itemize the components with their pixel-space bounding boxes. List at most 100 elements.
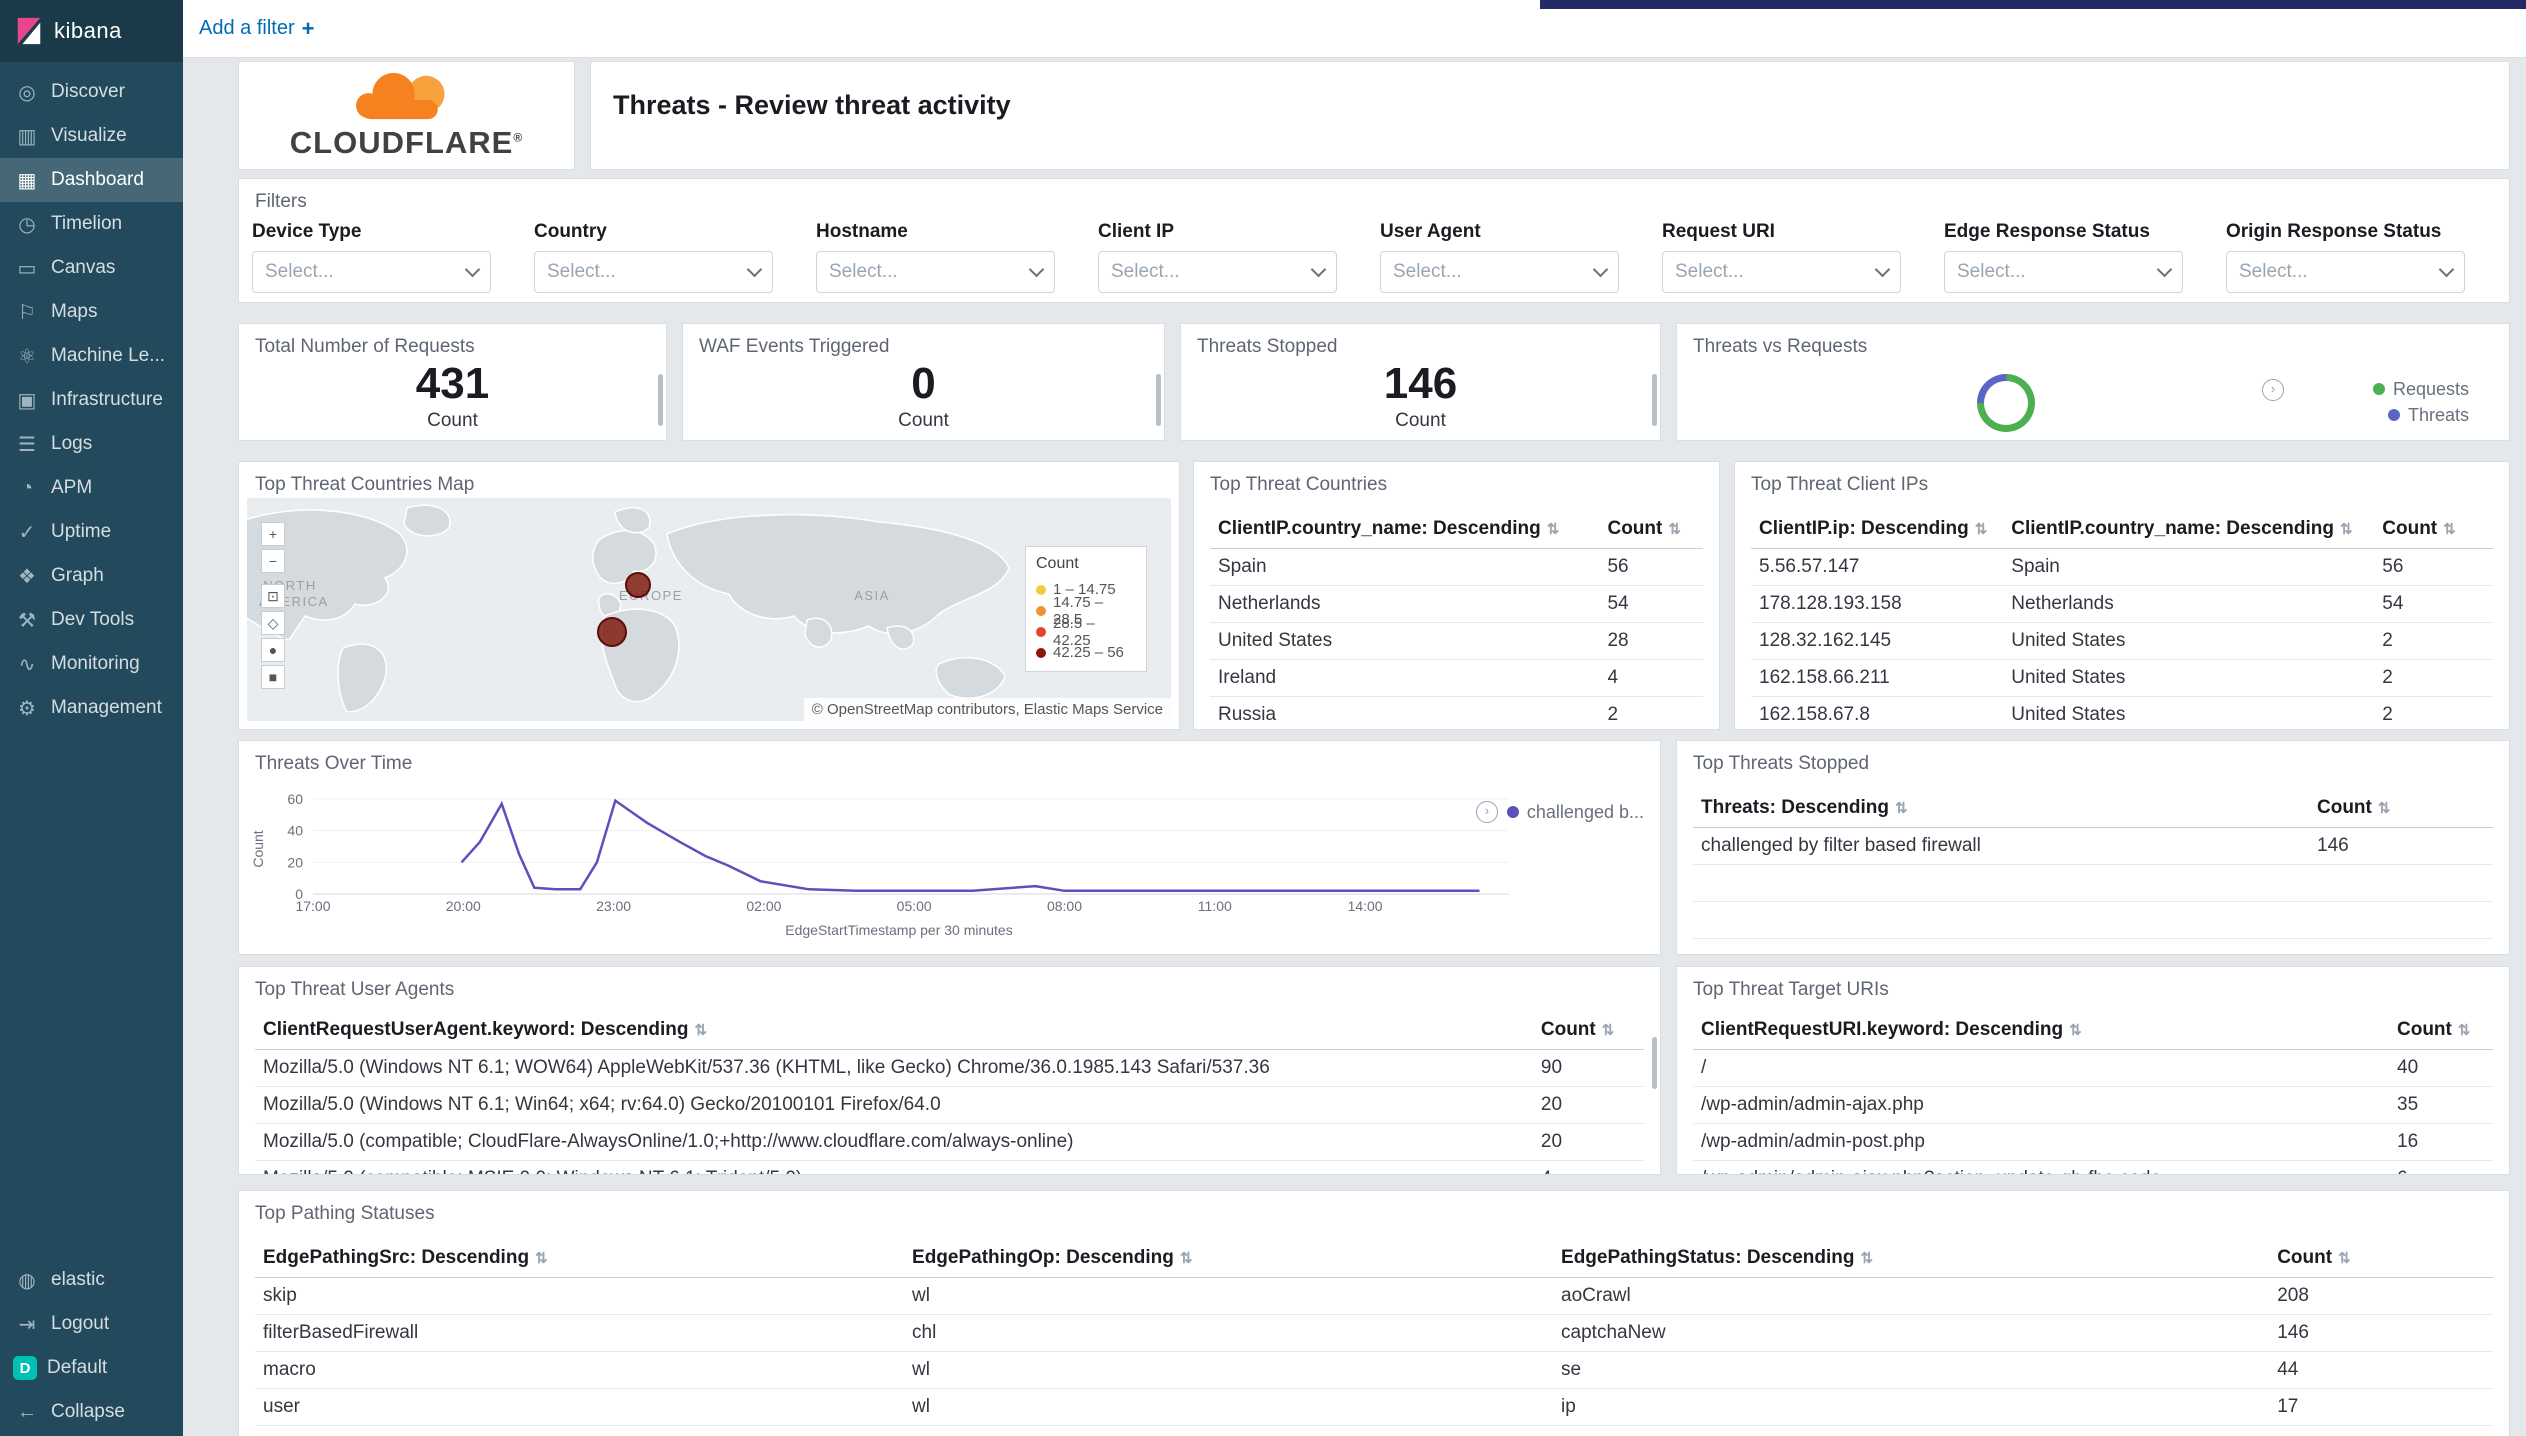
- sidebar-item-discover[interactable]: ◎ Discover: [0, 70, 183, 114]
- sidebar-item-logout[interactable]: ⇥ Logout: [0, 1302, 183, 1346]
- column-header[interactable]: Count ⇅: [2374, 510, 2493, 549]
- filter-origin-response-status: Origin Response Status Select...: [2226, 221, 2465, 293]
- chevron-down-icon: [1874, 261, 1891, 278]
- sort-icon: ⇅: [2443, 521, 2456, 538]
- table-row: 178.128.193.158 Netherlands 54: [1751, 585, 2493, 623]
- table-cell: Spain: [1210, 548, 1600, 586]
- metric-unit: Count: [1395, 410, 1446, 431]
- column-header[interactable]: Count ⇅: [2269, 1239, 2493, 1278]
- edge-response-status-select[interactable]: Select...: [1944, 251, 2183, 293]
- panel-title: Threats Stopped: [1197, 336, 1338, 357]
- map-attribution[interactable]: © OpenStreetMap contributors, Elastic Ma…: [803, 698, 1171, 721]
- world-map[interactable]: NORTH AMERICA EUROPE ASIA + − ⊡ ◇ ● ■ Co…: [247, 498, 1171, 721]
- table-cell: wl: [904, 1388, 1554, 1426]
- table-cell: 2: [2374, 696, 2493, 729]
- kibana-logo-icon: [17, 17, 41, 45]
- space-badge: D: [13, 1356, 37, 1380]
- threats-over-time-chart: 0204060 17:00 20:00 23:00 02:00 05:00 08:00 11…: [250, 791, 1509, 938]
- zoom-out-button[interactable]: −: [261, 549, 285, 573]
- filter-client-ip: Client IP Select...: [1098, 221, 1337, 293]
- column-header[interactable]: EdgePathingSrc: Descending ⇅: [255, 1239, 905, 1278]
- table-row: challenged by filter based firewall 146: [1693, 827, 2493, 865]
- page-title: Threats - Review threat activity: [613, 90, 1011, 120]
- sidebar-item-uptime[interactable]: ✓ Uptime: [0, 510, 183, 554]
- origin-response-status-select[interactable]: Select...: [2226, 251, 2465, 293]
- table-cell: 90: [1532, 1049, 1644, 1087]
- legend-item-threats[interactable]: Threats: [2373, 402, 2469, 428]
- sidebar-item-monitoring[interactable]: ∿ Monitoring: [0, 642, 183, 686]
- user-agents-table: ClientRequestUserAgent.keyword: Descendi…: [255, 1011, 1644, 1174]
- x-tick-label: 20:00: [446, 898, 481, 914]
- chevron-down-icon: [1592, 261, 1609, 278]
- threat-line-series: [460, 798, 1480, 893]
- column-header[interactable]: ClientRequestUserAgent.keyword: Descendi…: [255, 1011, 1533, 1050]
- table-row: Ireland 4: [1210, 659, 1703, 697]
- legend-dot: [2387, 409, 2400, 421]
- map-marker-netherlands[interactable]: [625, 572, 651, 598]
- sidebar-item-elastic[interactable]: ◍ elastic: [0, 1258, 183, 1302]
- fit-bounds-button[interactable]: ⊡: [261, 584, 285, 608]
- draw-circle-button[interactable]: ●: [261, 638, 285, 662]
- x-tick-label: 11:00: [1198, 898, 1232, 914]
- legend-dot: [2372, 383, 2385, 395]
- panel-scrollbar[interactable]: [1652, 374, 1657, 426]
- total-requests-panel: Total Number of Requests 431 Count: [238, 323, 667, 441]
- request-uri-select[interactable]: Select...: [1662, 251, 1901, 293]
- legend-item-requests[interactable]: Requests: [2372, 376, 2469, 402]
- panel-scrollbar[interactable]: [1156, 374, 1161, 426]
- sidebar-item-management[interactable]: ⚙ Management: [0, 686, 183, 730]
- legend-toggle-icon[interactable]: ›: [2262, 379, 2284, 401]
- sidebar-item-space-default[interactable]: D Default: [0, 1346, 183, 1390]
- sidebar-item-collapse[interactable]: ← Collapse: [0, 1390, 183, 1434]
- table-cell: ip: [1553, 1388, 2270, 1426]
- zoom-in-button[interactable]: +: [261, 522, 285, 546]
- user-agent-select[interactable]: Select...: [1380, 251, 1619, 293]
- x-tick-label: 23:00: [596, 898, 631, 914]
- table-cell: 56: [2374, 548, 2493, 586]
- column-header[interactable]: Count ⇅: [1532, 1011, 1644, 1050]
- table-row: skip wl aoCrawl 208: [255, 1277, 2493, 1315]
- legend-item-challenged[interactable]: challenged b...: [1506, 799, 1644, 825]
- map-marker-spain[interactable]: [597, 617, 627, 647]
- table-cell: 44: [2269, 1351, 2493, 1389]
- sidebar-item-apm[interactable]: ◔ APM: [0, 466, 183, 510]
- column-header[interactable]: ClientRequestURI.keyword: Descending ⇅: [1693, 1011, 2389, 1050]
- legend-dot: [1036, 584, 1046, 595]
- column-header[interactable]: ClientIP.ip: Descending ⇅: [1751, 510, 2004, 549]
- column-header[interactable]: ClientIP.country_name: Descending ⇅: [1210, 510, 1600, 549]
- sidebar-item-logs[interactable]: ☰ Logs: [0, 422, 183, 466]
- column-header[interactable]: Count ⇅: [2309, 789, 2493, 828]
- column-header[interactable]: EdgePathingStatus: Descending ⇅: [1553, 1239, 2270, 1278]
- sidebar-item-machine-learning[interactable]: ⚛ Machine Le...: [0, 334, 183, 378]
- uptime-icon: ✓: [18, 521, 36, 544]
- sidebar-item-timelion[interactable]: ◷ Timelion: [0, 202, 183, 246]
- hostname-select[interactable]: Select...: [816, 251, 1055, 293]
- target-uris-table: ClientRequestURI.keyword: Descending ⇅ Co…: [1693, 1011, 2493, 1174]
- kibana-brand[interactable]: kibana: [0, 0, 183, 62]
- sidebar-item-infrastructure[interactable]: ▣ Infrastructure: [0, 378, 183, 422]
- logs-icon: ☰: [18, 433, 36, 456]
- client-ip-select[interactable]: Select...: [1098, 251, 1337, 293]
- column-header[interactable]: Count ⇅: [2389, 1011, 2493, 1050]
- monitoring-icon: ∿: [18, 653, 36, 676]
- sort-icon: ⇅: [1668, 521, 1681, 538]
- legend-toggle-icon[interactable]: ›: [1475, 801, 1498, 823]
- country-select[interactable]: Select...: [534, 251, 773, 293]
- sidebar-item-dashboard[interactable]: ▦ Dashboard: [0, 158, 183, 202]
- sidebar-item-graph[interactable]: ❖ Graph: [0, 554, 183, 598]
- sidebar-item-dev-tools[interactable]: ⚒ Dev Tools: [0, 598, 183, 642]
- sidebar-item-canvas[interactable]: ▭ Canvas: [0, 246, 183, 290]
- sidebar-item-visualize[interactable]: ▥ Visualize: [0, 114, 183, 158]
- sidebar-item-maps[interactable]: ⚐ Maps: [0, 290, 183, 334]
- column-header[interactable]: EdgePathingOp: Descending ⇅: [904, 1239, 1554, 1278]
- device-type-select[interactable]: Select...: [252, 251, 491, 293]
- draw-rect-button[interactable]: ■: [261, 665, 285, 689]
- y-axis-label: Count: [250, 830, 266, 867]
- panel-scrollbar[interactable]: [658, 374, 663, 426]
- column-header[interactable]: Threats: Descending ⇅: [1693, 789, 2309, 828]
- add-filter-button[interactable]: Add a filter +: [199, 16, 314, 42]
- draw-polygon-button[interactable]: ◇: [261, 611, 285, 635]
- column-header[interactable]: ClientIP.country_name: Descending ⇅: [2003, 510, 2375, 549]
- column-header[interactable]: Count ⇅: [1599, 510, 1703, 549]
- panel-scrollbar[interactable]: [1652, 1037, 1657, 1089]
